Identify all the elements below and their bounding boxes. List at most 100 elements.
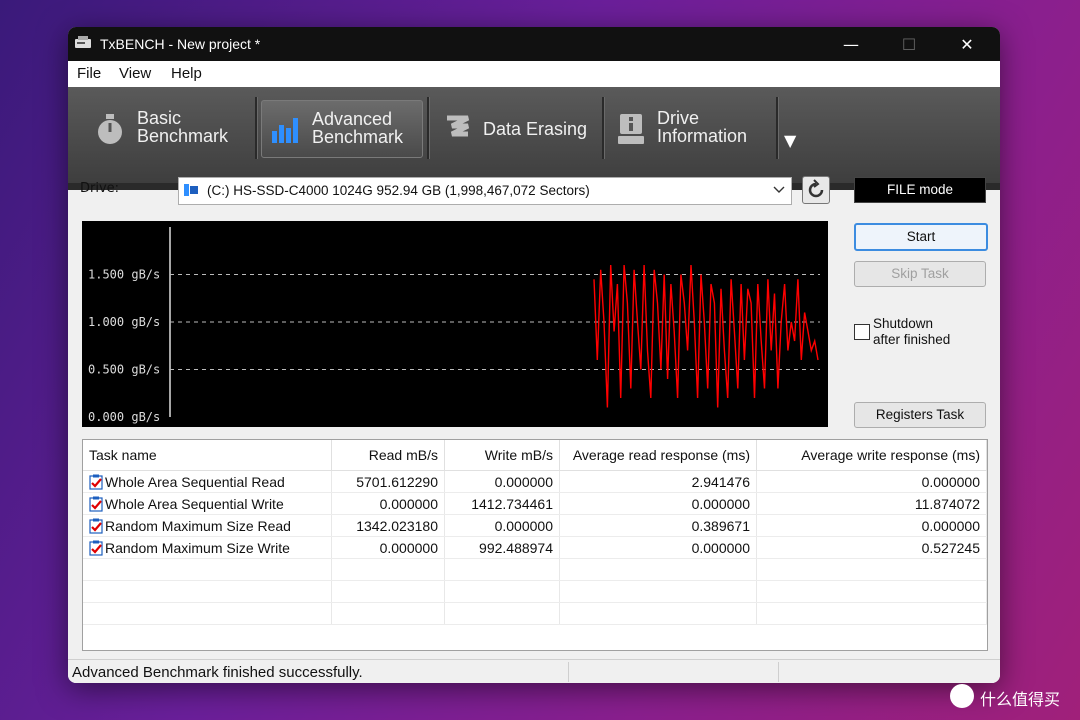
task-cell: Random Maximum Size Write xyxy=(89,540,325,556)
tab-advanced-label-2: Benchmark xyxy=(312,127,404,147)
table-row[interactable]: Whole Area Sequential Read 5701.612290 0.0… xyxy=(83,470,987,493)
task-name: Whole Area Sequential Write xyxy=(105,495,284,512)
table-row xyxy=(83,602,987,625)
value-cell: 0.000000 xyxy=(756,470,987,493)
task-name-cell: Random Maximum Size Write xyxy=(83,536,332,559)
column-header-avg-write[interactable]: Average write response (ms) xyxy=(756,440,987,471)
task-cell: Whole Area Sequential Read xyxy=(89,474,325,490)
value-cell: 0.527245 xyxy=(756,536,987,559)
app-window: TxBENCH - New project * — ☐ ✕ File View … xyxy=(68,27,1000,683)
tab-advanced-benchmark[interactable]: Advanced Benchmark xyxy=(261,100,423,158)
value-cell: 0.000000 xyxy=(559,536,757,559)
task-name: Random Maximum Size Read xyxy=(105,517,291,534)
value-cell: 1412.734461 xyxy=(444,492,560,515)
drive-label: Drive: xyxy=(80,181,120,196)
task-table: Task name Read mB/s Write mB/s Average r… xyxy=(82,439,988,651)
status-divider xyxy=(778,662,779,682)
shutdown-label-1: Shutdown xyxy=(873,316,934,331)
value-cell xyxy=(559,602,757,625)
close-icon: ✕ xyxy=(960,34,974,54)
y-tick-label: 1.000 gB/s xyxy=(88,315,160,329)
value-cell: 5701.612290 xyxy=(331,470,445,493)
tab-data-erasing[interactable]: Data Erasing xyxy=(434,100,600,156)
drive-icon xyxy=(184,184,198,196)
tab-erasing-label: Data Erasing xyxy=(483,119,588,139)
bar-chart-icon xyxy=(272,118,298,143)
more-tabs-icon[interactable]: ▼ xyxy=(784,131,796,150)
refresh-icon xyxy=(808,179,824,198)
menu-view[interactable]: View xyxy=(119,65,151,82)
refresh-drives-button[interactable] xyxy=(802,176,830,204)
watermark: 什么值得买 xyxy=(950,683,1076,711)
menu-file[interactable]: File xyxy=(77,65,101,82)
throughput-chart: 0.000 gB/s 0.500 gB/s 1.000 gB/s 1.500 gB/s xyxy=(82,221,828,427)
tab-drive-label-2: Information xyxy=(657,126,748,146)
task-name-cell xyxy=(83,602,332,625)
status-divider xyxy=(568,662,569,682)
tab-advanced-label-1: Advanced xyxy=(312,109,393,129)
column-header-read[interactable]: Read mB/s xyxy=(331,440,445,471)
drive-info-icon xyxy=(618,114,644,144)
column-header-avg-read[interactable]: Average read response (ms) xyxy=(559,440,757,471)
registers-task-button[interactable]: Registers Task xyxy=(854,402,986,428)
title-bar: TxBENCH - New project * — ☐ ✕ xyxy=(68,27,1000,61)
mode-indicator: FILE mode xyxy=(854,177,986,203)
ribbon-toolbar: Basic Benchmark Advanced Benchmark Data … xyxy=(68,87,1000,190)
tab-drive-information[interactable]: Drive Information xyxy=(609,100,775,156)
value-cell: 0.000000 xyxy=(331,492,445,515)
close-button[interactable]: ✕ xyxy=(944,27,990,61)
value-cell xyxy=(559,580,757,603)
table-row[interactable]: Random Maximum Size Read 1342.023180 0.000… xyxy=(83,514,987,537)
menu-help[interactable]: Help xyxy=(171,65,202,82)
ribbon-divider xyxy=(427,97,430,159)
maximize-button[interactable]: ☐ xyxy=(886,27,932,61)
watermark-logo-icon xyxy=(950,684,974,708)
task-name-cell: Whole Area Sequential Write xyxy=(83,492,332,515)
menu-bar: File View Help xyxy=(68,61,1000,87)
task-name: Whole Area Sequential Read xyxy=(105,473,285,490)
maximize-icon: ☐ xyxy=(901,34,917,54)
value-cell: 992.488974 xyxy=(444,536,560,559)
shutdown-label-2: after finished xyxy=(873,332,951,347)
value-cell xyxy=(331,580,445,603)
chevron-down-icon xyxy=(773,186,785,193)
drive-select-value: (C:) HS-SSD-C4000 1024G 952.94 GB (1,998… xyxy=(207,183,590,198)
shutdown-checkbox[interactable] xyxy=(854,324,870,340)
table-row[interactable]: Random Maximum Size Write 0.000000 992.488… xyxy=(83,536,987,559)
column-header-write[interactable]: Write mB/s xyxy=(444,440,560,471)
ribbon-divider xyxy=(776,97,779,159)
start-button[interactable]: Start xyxy=(854,223,988,251)
table-row xyxy=(83,558,987,581)
shutdown-option[interactable]: Shutdown after finished xyxy=(854,316,994,350)
stopwatch-icon xyxy=(98,114,122,144)
value-cell: 0.000000 xyxy=(756,514,987,537)
status-text: Advanced Benchmark finished successfully… xyxy=(72,664,363,681)
minimize-icon: — xyxy=(843,34,859,54)
table-row[interactable]: Whole Area Sequential Write 0.000000 1412.… xyxy=(83,492,987,515)
tab-basic-benchmark[interactable]: Basic Benchmark xyxy=(82,100,252,156)
drive-select[interactable]: (C:) HS-SSD-C4000 1024G 952.94 GB (1,998… xyxy=(178,177,792,205)
task-name: Random Maximum Size Write xyxy=(105,539,290,556)
task-name-cell: Random Maximum Size Read xyxy=(83,514,332,537)
value-cell: 2.941476 xyxy=(559,470,757,493)
table-header-row: Task name Read mB/s Write mB/s Average r… xyxy=(83,440,987,471)
value-cell: 0.389671 xyxy=(559,514,757,537)
value-cell: 0.000000 xyxy=(559,492,757,515)
window-title: TxBENCH - New project * xyxy=(100,36,261,52)
tab-basic-label-2: Benchmark xyxy=(137,126,229,146)
value-cell: 0.000000 xyxy=(331,536,445,559)
column-header-task-name[interactable]: Task name xyxy=(83,440,332,471)
task-cell: Whole Area Sequential Write xyxy=(89,496,325,512)
app-icon xyxy=(75,36,91,48)
value-cell xyxy=(331,558,445,581)
value-cell: 0.000000 xyxy=(444,470,560,493)
task-check-icon xyxy=(89,496,103,512)
minimize-button[interactable]: — xyxy=(828,27,874,61)
task-name-cell xyxy=(83,580,332,603)
task-check-icon xyxy=(89,518,103,534)
value-cell xyxy=(559,558,757,581)
value-cell: 0.000000 xyxy=(444,514,560,537)
y-tick-label: 0.000 gB/s xyxy=(88,410,160,424)
value-cell xyxy=(444,558,560,581)
skip-task-button[interactable]: Skip Task xyxy=(854,261,986,287)
